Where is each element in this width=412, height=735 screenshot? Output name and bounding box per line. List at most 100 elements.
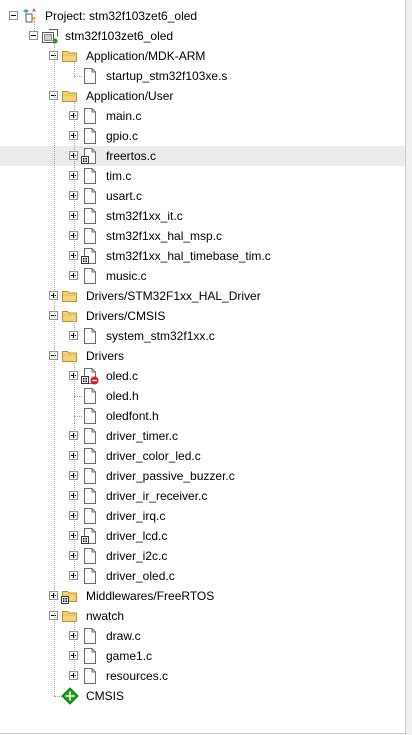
tree-item-file-stm32f1xx-hal-msp-c[interactable]: stm32f1xx_hal_msp.c [0, 226, 405, 246]
c-file-icon [84, 488, 96, 504]
tree-item-file-freertos-c[interactable]: freertos.c [0, 146, 405, 166]
tree-connector [74, 416, 82, 417]
c-file-icon [84, 428, 96, 444]
folder-icon [62, 51, 77, 62]
group-label: Drivers/STM32F1xx_HAL_Driver [86, 289, 261, 303]
folder-icon [62, 311, 77, 322]
tree-connector [74, 361, 75, 576]
tree-item-group-application-mdk-arm[interactable]: Application/MDK-ARM [0, 46, 405, 66]
tree-item-file-tim-c[interactable]: tim.c [0, 166, 405, 186]
file-label: driver_i2c.c [106, 549, 168, 563]
minus-sign [31, 35, 36, 36]
file-label: system_stm32f1xx.c [106, 329, 215, 343]
tree-item-file-game1-c[interactable]: game1.c [0, 646, 405, 666]
tree-item-file-driver-color-led-c[interactable]: driver_color_led.c [0, 446, 405, 466]
file-label: stm32f1xx_it.c [106, 209, 183, 223]
tree-item-file-driver-ir-receiver-c[interactable]: driver_ir_receiver.c [0, 486, 405, 506]
tree-item-file-oledfont-h[interactable]: oledfont.h [0, 406, 405, 426]
tree-item-file-music-c[interactable]: music.c [0, 266, 405, 286]
h-file-icon [84, 408, 96, 424]
c-file-icon [84, 668, 96, 684]
folder-icon [62, 91, 77, 102]
group-label: Application/User [86, 89, 174, 103]
tree-item-file-driver-lcd-c[interactable]: driver_lcd.c [0, 526, 405, 546]
tree-item-group-nwatch[interactable]: nwatch [0, 606, 405, 626]
file-label: driver_color_led.c [106, 449, 201, 463]
tree-connector [74, 101, 75, 276]
file-label: gpio.c [106, 129, 139, 143]
folder-icon [62, 351, 77, 362]
tree-item-file-main-c[interactable]: main.c [0, 106, 405, 126]
tree-item-file-driver-timer-c[interactable]: driver_timer.c [0, 426, 405, 446]
c-file-icon [84, 108, 96, 124]
target-icon [42, 29, 58, 44]
project-icon [23, 8, 36, 23]
file-label: startup_stm32f103xe.s [106, 69, 228, 83]
tree-item-file-startup-stm32f103xe-s[interactable]: startup_stm32f103xe.s [0, 66, 405, 86]
tree-item-file-driver-irq-c[interactable]: driver_irq.c [0, 506, 405, 526]
file-label: main.c [106, 109, 142, 123]
tree-item-file-draw-c[interactable]: draw.c [0, 626, 405, 646]
c-file-error-icon [81, 368, 99, 385]
adjacent-pane [406, 0, 412, 735]
c-file-icon [84, 168, 96, 184]
tree-item-group-drivers-stm32f1xx-hal-driver[interactable]: Drivers/STM32F1xx_HAL_Driver [0, 286, 405, 306]
tree-item-file-driver-oled-c[interactable]: driver_oled.c [0, 566, 405, 586]
tree-item-file-driver-i2c-c[interactable]: driver_i2c.c [0, 546, 405, 566]
tree-item-file-usart-c[interactable]: usart.c [0, 186, 405, 206]
tree-item-file-system-stm32f1xx-c[interactable]: system_stm32f1xx.c [0, 326, 405, 346]
rte-component-icon [61, 687, 79, 705]
pane-bottom-border [0, 733, 406, 734]
tree-connector [74, 621, 75, 676]
component-label: CMSIS [86, 689, 125, 703]
tree-item-file-resources-c[interactable]: resources.c [0, 666, 405, 686]
tree-item-target[interactable]: stm32f103zet6_oled [0, 26, 405, 46]
file-label: driver_lcd.c [106, 529, 168, 543]
tree-item-file-driver-passive-buzzer-c[interactable]: driver_passive_buzzer.c [0, 466, 405, 486]
tree-item-project[interactable]: Project: stm32f103zet6_oled [0, 6, 405, 26]
project-label: Project: stm32f103zet6_oled [45, 9, 198, 23]
tree-connector [54, 41, 55, 696]
folder-icon [62, 291, 77, 302]
collapse-toggle[interactable] [9, 11, 18, 20]
c-file-icon [84, 448, 96, 464]
tree-connector [74, 321, 75, 336]
file-label: resources.c [106, 669, 169, 683]
group-label: Application/MDK-ARM [86, 49, 206, 63]
collapse-toggle[interactable] [29, 31, 38, 40]
tree-connector [74, 76, 82, 77]
file-label: game1.c [106, 649, 153, 663]
tree-item-group-drivers-cmsis[interactable]: Drivers/CMSIS [0, 306, 405, 326]
tree-item-group-application-user[interactable]: Application/User [0, 86, 405, 106]
c-file-icon [84, 208, 96, 224]
file-label: driver_oled.c [106, 569, 175, 583]
tree-item-group-drivers[interactable]: Drivers [0, 346, 405, 366]
c-file-icon [84, 468, 96, 484]
tree-item-group-middlewares-freertos[interactable]: Middlewares/FreeRTOS [0, 586, 405, 606]
tree-item-file-stm32f1xx-hal-timebase-tim-c[interactable]: stm32f1xx_hal_timebase_tim.c [0, 246, 405, 266]
group-label: Drivers/CMSIS [86, 309, 166, 323]
tree-item-file-stm32f1xx-it-c[interactable]: stm32f1xx_it.c [0, 206, 405, 226]
c-file-icon [84, 508, 96, 524]
c-file-icon [84, 568, 96, 584]
file-label: draw.c [106, 629, 141, 643]
folder-icon [62, 611, 77, 622]
file-label: usart.c [106, 189, 143, 203]
c-file-icon [84, 268, 96, 284]
file-label: driver_passive_buzzer.c [106, 469, 235, 483]
tree-item-file-gpio-c[interactable]: gpio.c [0, 126, 405, 146]
c-file-icon [84, 128, 96, 144]
asm-file-icon [84, 68, 96, 84]
tree-item-file-oled-c[interactable]: oled.c [0, 366, 405, 386]
file-label: driver_irq.c [106, 509, 166, 523]
file-label: oledfont.h [106, 409, 159, 423]
project-tree: Project: stm32f103zet6_oled stm32f103zet6… [0, 0, 405, 735]
tree-item-file-oled-h[interactable]: oled.h [0, 386, 405, 406]
group-label: Middlewares/FreeRTOS [86, 589, 215, 603]
h-file-icon [84, 388, 96, 404]
tree-connector [34, 21, 35, 31]
file-label: stm32f1xx_hal_timebase_tim.c [106, 249, 271, 263]
minus-sign [11, 15, 16, 16]
file-label: stm32f1xx_hal_msp.c [106, 229, 223, 243]
file-label: driver_timer.c [106, 429, 179, 443]
